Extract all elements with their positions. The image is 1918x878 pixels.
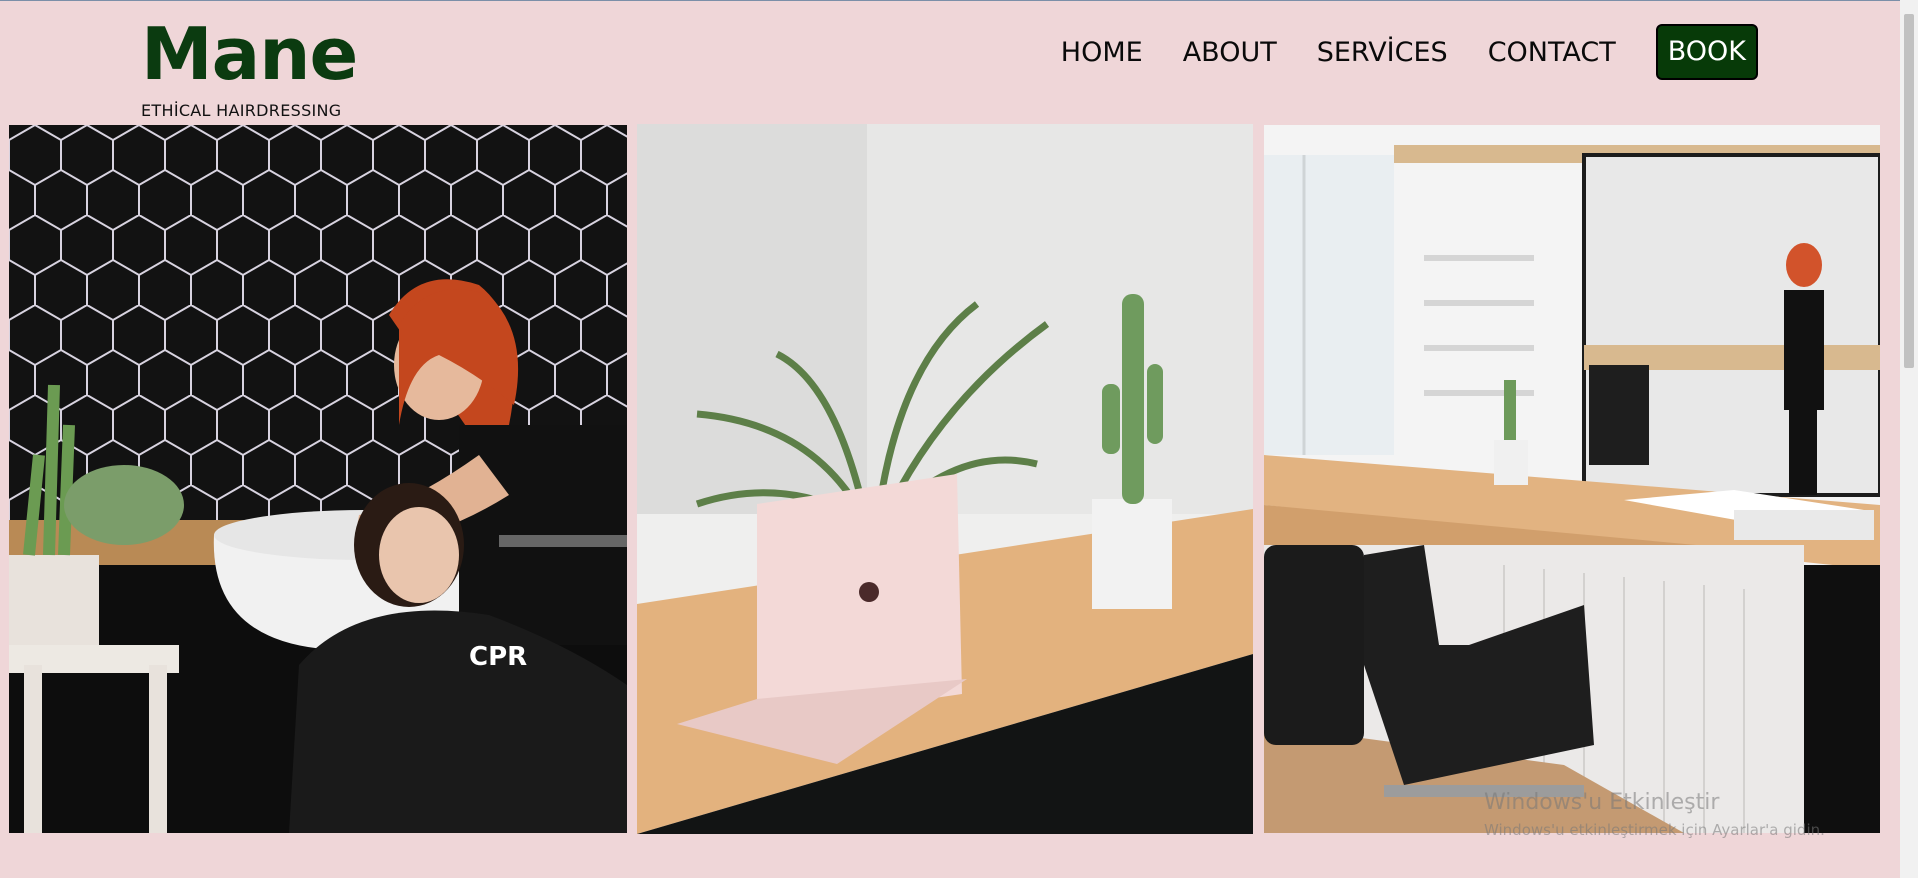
watermark-title: Windows'u Etkinleştir xyxy=(1484,790,1720,815)
scrollbar-thumb[interactable] xyxy=(1904,14,1914,368)
nav-home[interactable]: HOME xyxy=(1061,37,1143,68)
nav-services[interactable]: SERVİCES xyxy=(1317,37,1448,68)
desk-laptop-photo xyxy=(637,124,1253,834)
salon-wash-photo: CPR xyxy=(9,125,627,833)
salon-interior-photo xyxy=(1264,125,1880,833)
vertical-scrollbar[interactable] xyxy=(1900,0,1918,878)
nav-about[interactable]: ABOUT xyxy=(1183,37,1277,68)
cape-logo-text: CPR xyxy=(469,642,527,672)
nav-contact[interactable]: CONTACT xyxy=(1488,37,1616,68)
site-logo[interactable]: Mane ETHİCAL HAIRDRESSING xyxy=(141,12,358,120)
brand-name: Mane xyxy=(141,12,358,96)
book-button[interactable]: BOOK xyxy=(1655,24,1758,80)
brand-tagline: ETHİCAL HAIRDRESSING xyxy=(141,101,342,120)
window-top-border xyxy=(0,0,1918,1)
watermark-subtitle: Windows'u etkinleştirmek için Ayarlar'a … xyxy=(1484,821,1825,839)
windows-activation-watermark: Windows'u Etkinleştir Windows'u etkinleş… xyxy=(1484,790,1825,839)
main-nav: HOME ABOUT SERVİCES CONTACT BOOK xyxy=(1021,24,1758,80)
